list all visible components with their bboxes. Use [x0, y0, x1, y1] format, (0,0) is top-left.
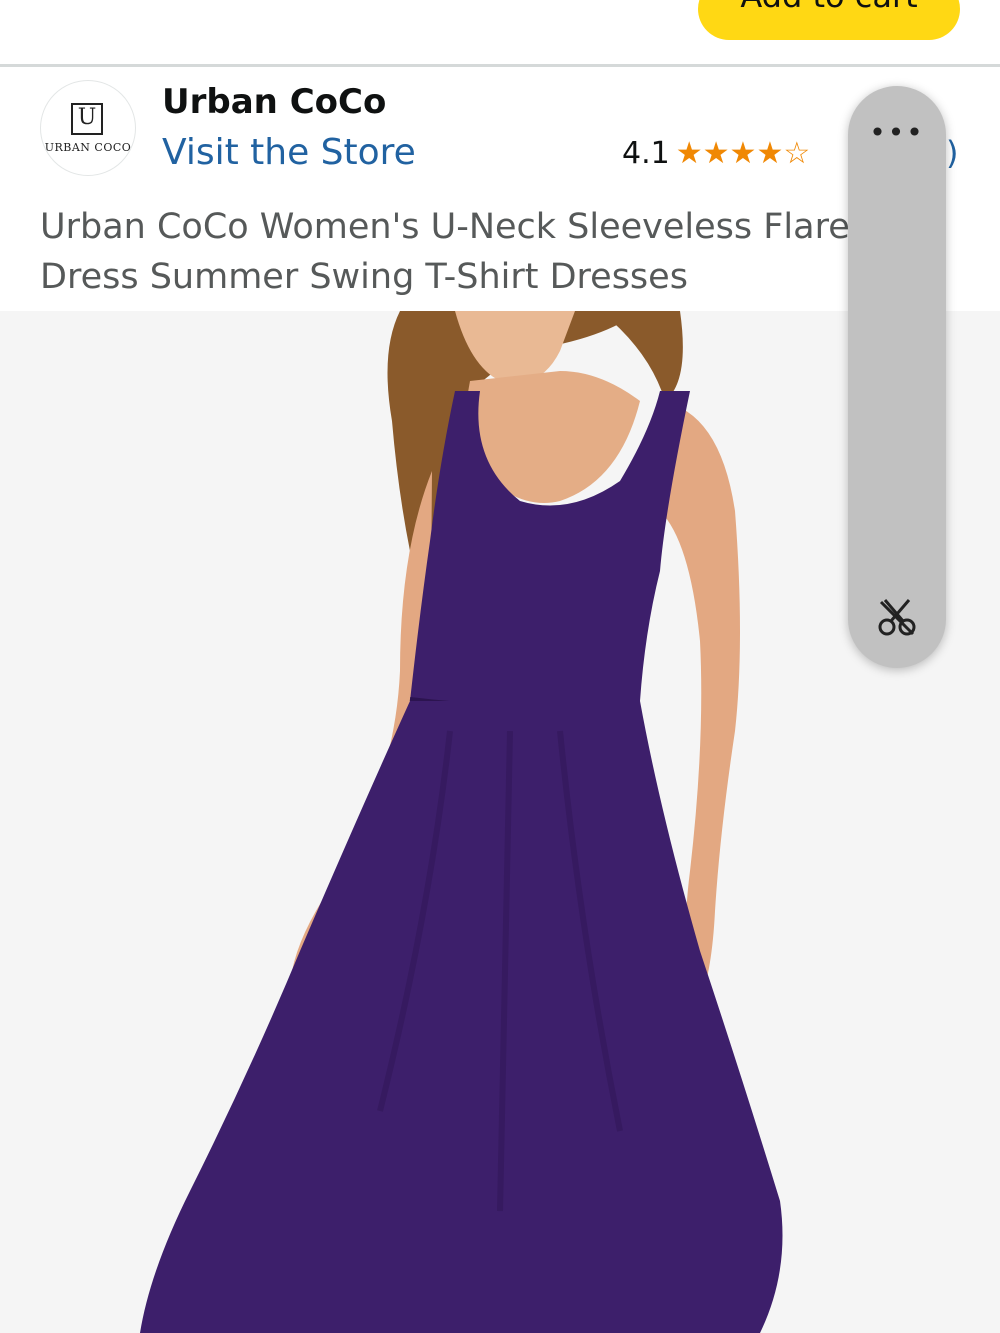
rating-value: 4.1 [622, 136, 670, 171]
visit-store-link[interactable]: Visit the Store [162, 132, 416, 173]
star-icon: ★ [702, 135, 730, 171]
rating-count-link[interactable]: ) [946, 134, 958, 172]
add-to-cart-button[interactable]: Add to cart [698, 0, 960, 40]
star-icon: ★ [756, 135, 784, 171]
brand-logo[interactable]: U URBAN COCO [40, 80, 136, 176]
more-horizontal-icon[interactable]: ••• [848, 116, 946, 149]
top-bar: Add to cart [0, 0, 1000, 67]
star-icon: ★ [729, 135, 757, 171]
rating-summary[interactable]: 4.1 ★ ★ ★ ★ ☆ [622, 136, 810, 171]
floating-toolbar[interactable]: ••• [848, 86, 946, 668]
logo-mark-icon: U [71, 103, 103, 135]
scissors-icon[interactable] [875, 594, 919, 638]
brand-name: Urban CoCo [162, 82, 387, 122]
logo-text: URBAN COCO [44, 141, 132, 154]
star-empty-icon: ☆ [783, 135, 811, 171]
product-title: Urban CoCo Women's U-Neck Sleeveless Fla… [40, 207, 871, 297]
star-icon: ★ [675, 135, 703, 171]
